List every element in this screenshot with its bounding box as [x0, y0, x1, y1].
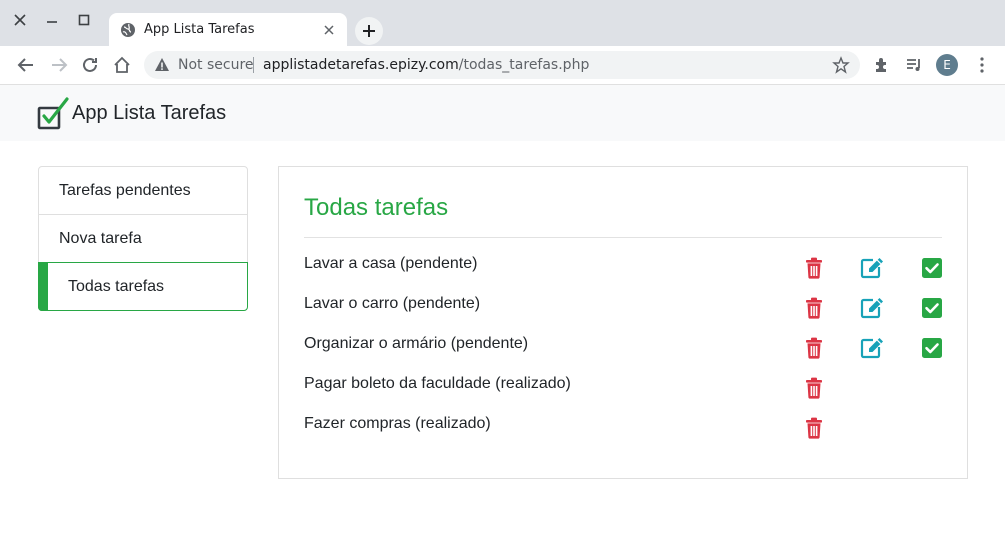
reload-icon[interactable]	[79, 54, 101, 76]
edit-task-button[interactable]	[860, 257, 884, 279]
url-path: /todas_tarefas.php	[458, 57, 590, 73]
check-square-icon	[922, 258, 942, 278]
kebab-menu-icon[interactable]	[972, 55, 992, 75]
task-text: Lavar o carro (pendente)	[304, 295, 481, 312]
task-row: Lavar a casa (pendente)	[304, 255, 944, 285]
page-title: Todas tarefas	[304, 194, 449, 221]
globe-icon	[120, 22, 136, 38]
security-label[interactable]: Not secure	[178, 57, 254, 73]
sidebar-item-label: Tarefas pendentes	[59, 182, 191, 199]
tab-title: App Lista Tarefas	[144, 22, 255, 37]
trash-icon	[805, 417, 823, 439]
edit-task-button[interactable]	[860, 297, 884, 319]
edit-icon	[860, 257, 884, 279]
window-close-icon[interactable]	[12, 12, 28, 28]
task-text: Lavar a casa (pendente)	[304, 255, 478, 272]
complete-task-button[interactable]	[921, 257, 943, 279]
plus-icon	[363, 25, 375, 37]
checklist-logo-icon[interactable]	[37, 97, 71, 131]
edit-task-button[interactable]	[860, 337, 884, 359]
new-tab-button[interactable]	[355, 17, 383, 45]
sidebar-item-label: Todas tarefas	[68, 278, 165, 295]
window-minimize-icon[interactable]	[44, 12, 60, 28]
tasks-card: Todas tarefas Lavar a casa (pendente) Lav…	[278, 166, 968, 479]
address-bar[interactable]: Not secure applistadetarefas.epizy.com/t…	[144, 51, 860, 79]
delete-task-button[interactable]	[803, 257, 825, 279]
warning-icon[interactable]	[154, 57, 170, 73]
home-icon[interactable]	[111, 54, 133, 76]
forward-arrow-icon[interactable]	[48, 54, 70, 76]
sidebar-item-nova-tarefa[interactable]: Nova tarefa	[38, 214, 248, 263]
delete-task-button[interactable]	[803, 417, 825, 439]
bookmark-star-icon[interactable]	[832, 56, 850, 74]
check-square-icon	[922, 298, 942, 318]
sidebar-item-tarefas-pendentes[interactable]: Tarefas pendentes	[38, 166, 248, 215]
trash-icon	[805, 337, 823, 359]
title-divider	[304, 237, 942, 238]
extensions-puzzle-icon[interactable]	[872, 55, 892, 75]
delete-task-button[interactable]	[803, 297, 825, 319]
trash-icon	[805, 257, 823, 279]
sidebar-item-todas-tarefas[interactable]: Todas tarefas	[38, 262, 248, 311]
back-arrow-icon[interactable]	[15, 54, 37, 76]
complete-task-button[interactable]	[921, 337, 943, 359]
task-row: Organizar o armário (pendente)	[304, 335, 944, 365]
task-text: Organizar o armário (pendente)	[304, 335, 529, 352]
window-maximize-icon[interactable]	[76, 12, 92, 28]
sidebar-menu: Tarefas pendentes Nova tarefa Todas tare…	[38, 166, 248, 311]
profile-avatar[interactable]: E	[936, 54, 958, 76]
omnibox-divider	[253, 57, 254, 73]
check-square-icon	[922, 338, 942, 358]
delete-task-button[interactable]	[803, 337, 825, 359]
app-navbar: App Lista Tarefas	[0, 85, 1005, 141]
active-indicator	[38, 262, 48, 311]
tab-close-icon[interactable]	[321, 22, 337, 38]
complete-task-button[interactable]	[921, 297, 943, 319]
media-control-icon[interactable]	[904, 55, 924, 75]
task-row: Pagar boleto da faculdade (realizado)	[304, 375, 944, 405]
url-text[interactable]: applistadetarefas.epizy.com/todas_tarefa…	[263, 57, 589, 73]
browser-toolbar: Not secure applistadetarefas.epizy.com/t…	[0, 46, 1005, 85]
page-content: App Lista Tarefas Tarefas pendentes Nova…	[0, 85, 1005, 542]
edit-icon	[860, 337, 884, 359]
trash-icon	[805, 297, 823, 319]
edit-icon	[860, 297, 884, 319]
trash-icon	[805, 377, 823, 399]
task-row: Fazer compras (realizado)	[304, 415, 944, 445]
tab-strip: App Lista Tarefas	[0, 0, 1005, 46]
task-text: Pagar boleto da faculdade (realizado)	[304, 375, 571, 392]
sidebar-item-label: Nova tarefa	[59, 230, 142, 247]
delete-task-button[interactable]	[803, 377, 825, 399]
task-row: Lavar o carro (pendente)	[304, 295, 944, 325]
browser-tab[interactable]: App Lista Tarefas	[109, 13, 347, 46]
brand-title[interactable]: App Lista Tarefas	[72, 102, 226, 125]
url-host: applistadetarefas.epizy.com	[263, 57, 459, 73]
task-text: Fazer compras (realizado)	[304, 415, 491, 432]
